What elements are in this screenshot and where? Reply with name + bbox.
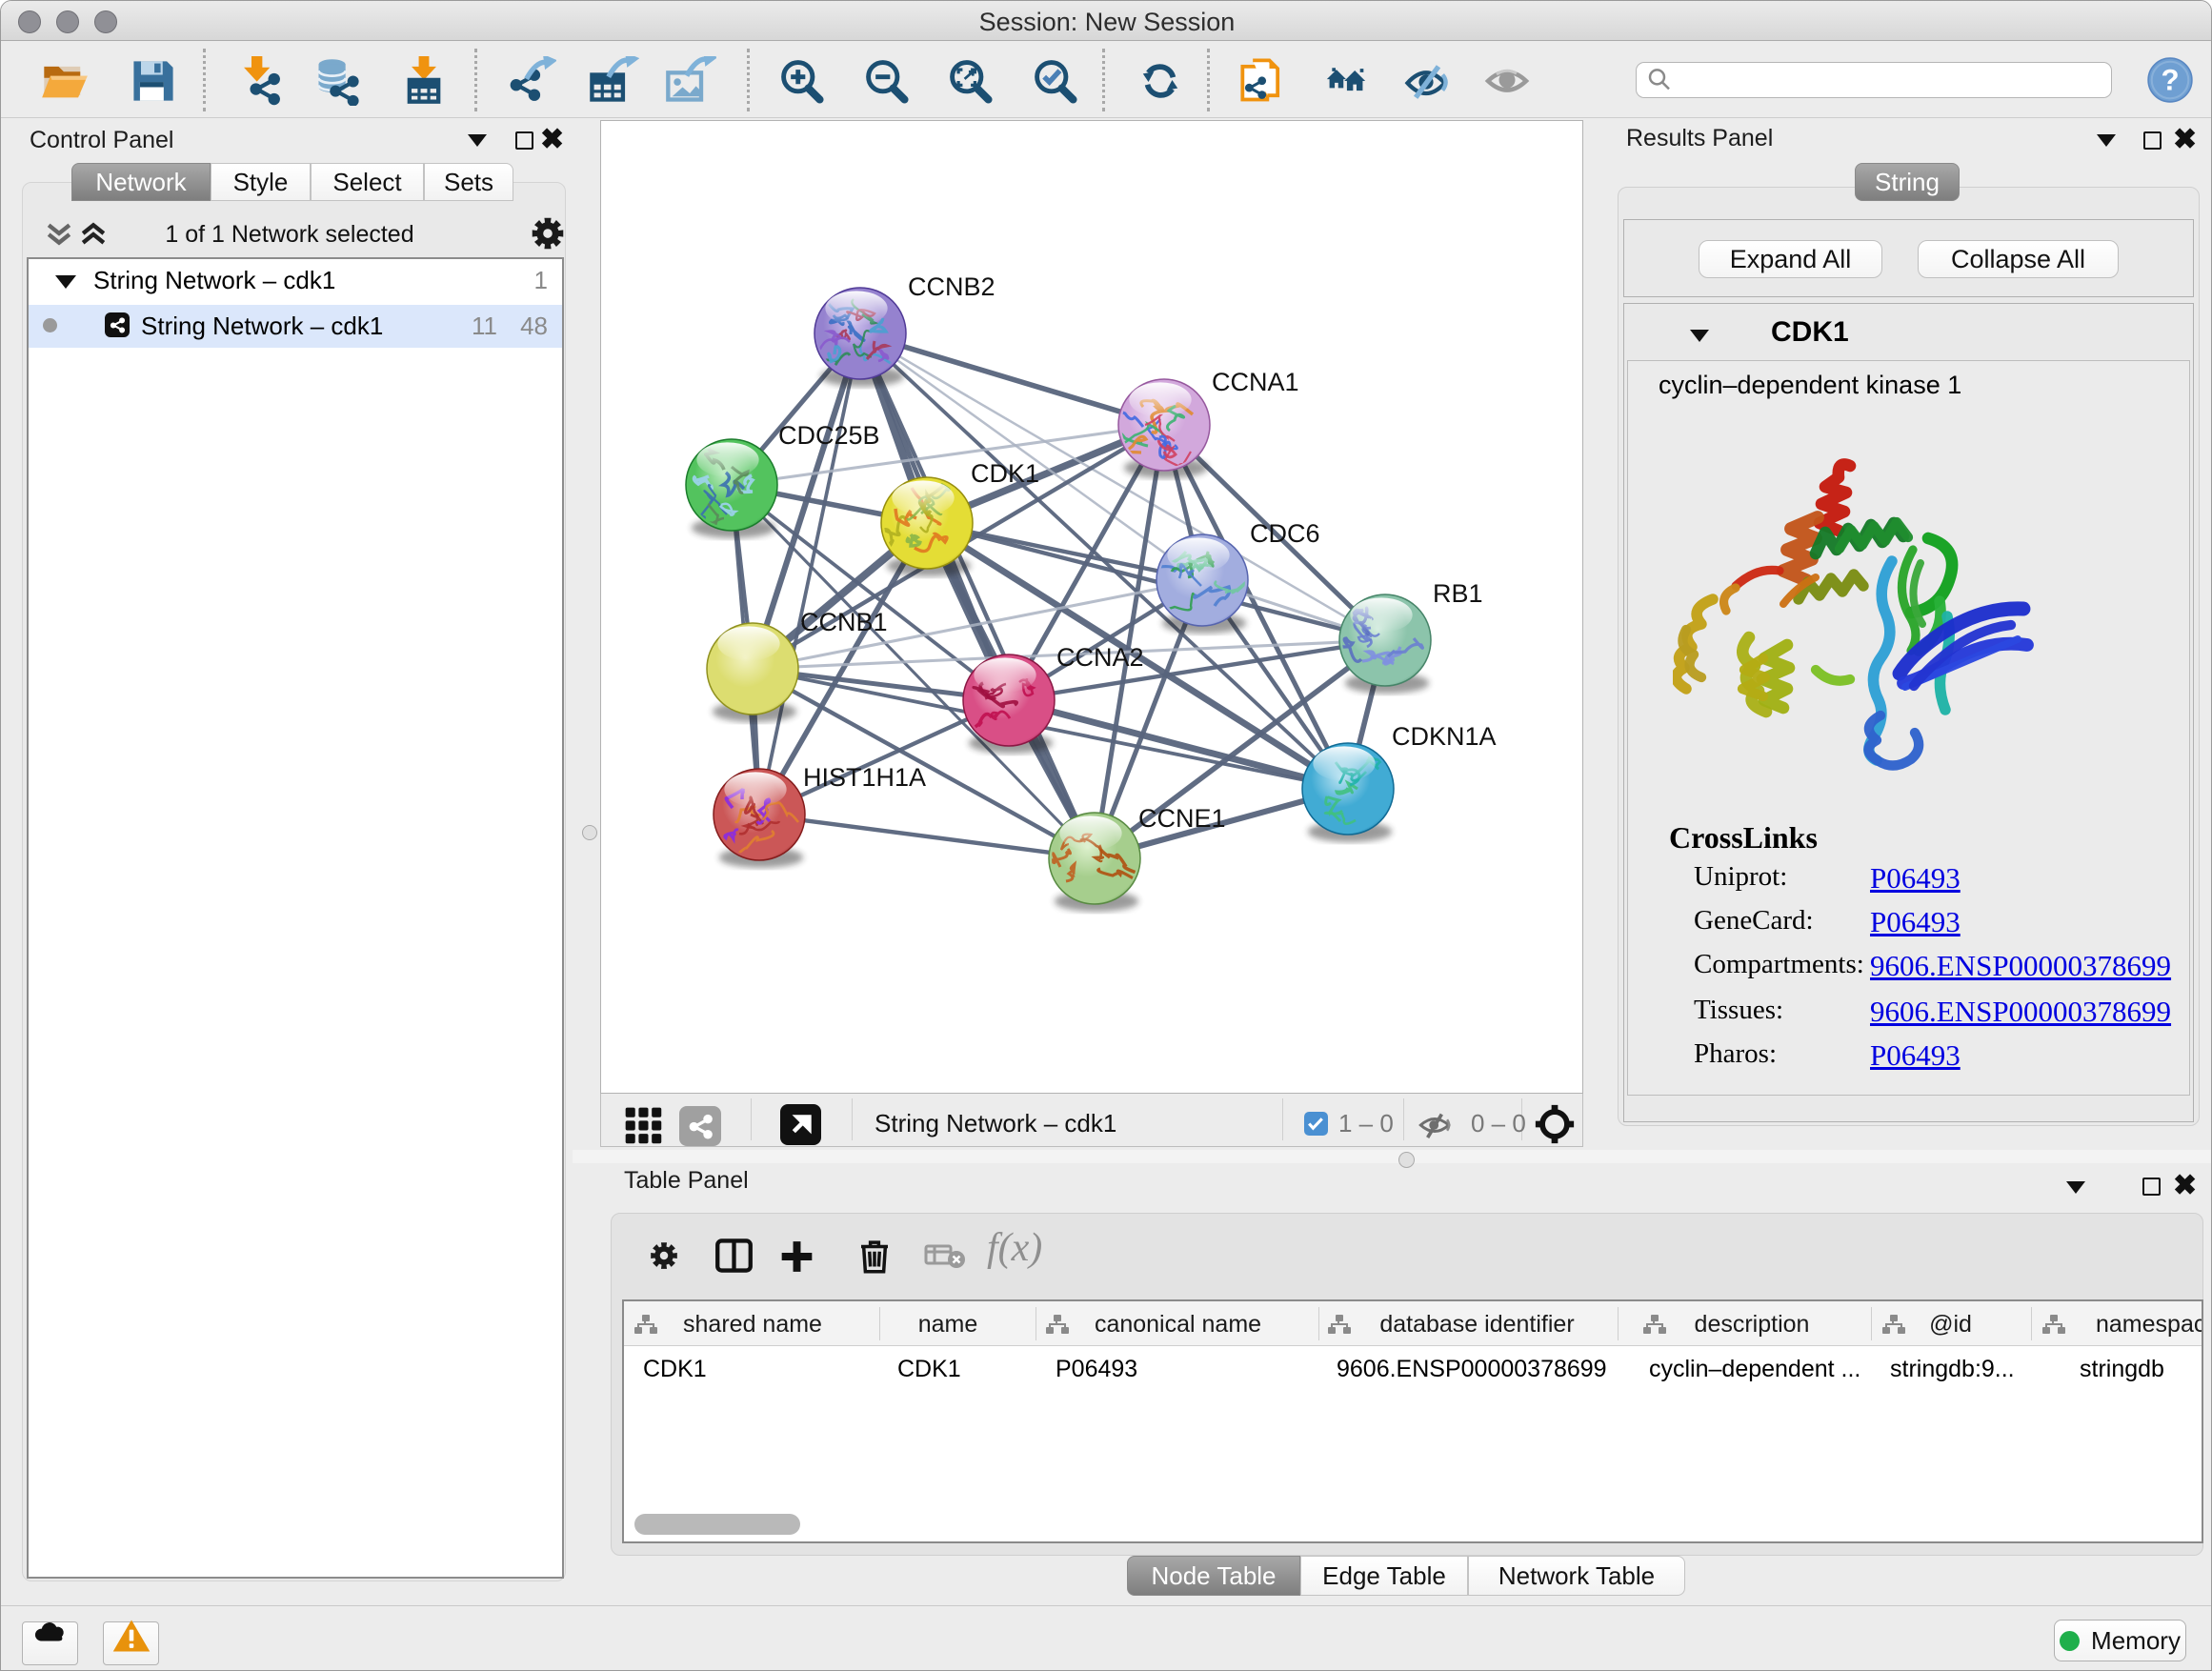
svg-text:CDK1: CDK1 xyxy=(971,459,1039,488)
svg-text:?: ? xyxy=(2161,63,2179,96)
svg-text:CCNB2: CCNB2 xyxy=(908,272,995,301)
svg-text:RB1: RB1 xyxy=(1433,579,1483,608)
svg-text:CCNB1: CCNB1 xyxy=(800,608,888,636)
svg-text:HIST1H1A: HIST1H1A xyxy=(803,763,926,792)
svg-text:CDKN1A: CDKN1A xyxy=(1392,722,1497,751)
svg-text:CCNA1: CCNA1 xyxy=(1212,368,1299,396)
svg-text:CCNE1: CCNE1 xyxy=(1138,804,1226,833)
svg-text:CCNA2: CCNA2 xyxy=(1056,643,1144,672)
svg-text:CDC25B: CDC25B xyxy=(778,421,880,450)
svg-text:CDC6: CDC6 xyxy=(1250,519,1320,548)
